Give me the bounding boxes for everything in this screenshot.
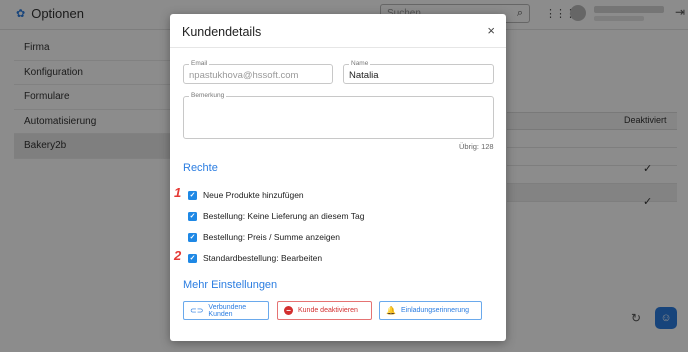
permission-row[interactable]: ✓ Bestellung: Preis / Summe anzeigen — [188, 231, 340, 243]
permission-row[interactable]: ✓ Standardbestellung: Bearbeiten — [188, 252, 322, 264]
checkbox-checked[interactable]: ✓ — [188, 211, 197, 221]
link-icon: ⊂⊃ — [190, 306, 204, 315]
bemerkung-label: Bemerkung — [189, 92, 227, 100]
close-icon[interactable]: × — [487, 23, 495, 38]
bemerkung-textarea[interactable] — [184, 97, 493, 138]
name-field[interactable]: Name — [343, 60, 494, 85]
deactivate-customer-button[interactable]: − Kunde deaktivieren — [277, 301, 372, 320]
bell-icon: 🔔 — [386, 306, 396, 315]
permission-label: Neue Produkte hinzufügen — [203, 190, 304, 200]
linked-customers-button[interactable]: ⊂⊃ Verbundene Kunden — [183, 301, 269, 320]
bemerkung-field[interactable]: Bemerkung — [183, 92, 494, 139]
minus-circle-icon: − — [284, 306, 293, 315]
invitation-reminder-button[interactable]: 🔔 Einladungserinnerung — [379, 301, 482, 320]
character-counter: Übrig: 128 — [459, 142, 494, 151]
name-input[interactable] — [344, 66, 493, 85]
permission-row[interactable]: ✓ Neue Produkte hinzufügen — [188, 189, 304, 201]
customer-details-dialog: Kundendetails × Email Name Bemerkung Übr… — [170, 14, 506, 341]
more-settings-title: Mehr Einstellungen — [183, 279, 278, 291]
permission-label: Bestellung: Keine Lieferung an diesem Ta… — [203, 211, 365, 221]
email-label: Email — [189, 60, 210, 68]
checkbox-checked[interactable]: ✓ — [188, 232, 197, 242]
annotation-marker-1: 1 — [174, 185, 182, 200]
name-label: Name — [349, 60, 371, 68]
rechte-section-title: Rechte — [183, 162, 218, 174]
annotation-marker-2: 2 — [174, 248, 182, 263]
permission-label: Standardbestellung: Bearbeiten — [203, 253, 323, 263]
checkbox-checked[interactable]: ✓ — [188, 190, 197, 200]
dialog-header: Kundendetails × — [170, 14, 506, 48]
email-field: Email — [183, 60, 333, 85]
email-input — [184, 66, 332, 85]
permission-row[interactable]: ✓ Bestellung: Keine Lieferung an diesem … — [188, 210, 364, 222]
dialog-title: Kundendetails — [182, 25, 262, 39]
permission-label: Bestellung: Preis / Summe anzeigen — [203, 232, 341, 242]
checkbox-checked[interactable]: ✓ — [188, 253, 197, 263]
